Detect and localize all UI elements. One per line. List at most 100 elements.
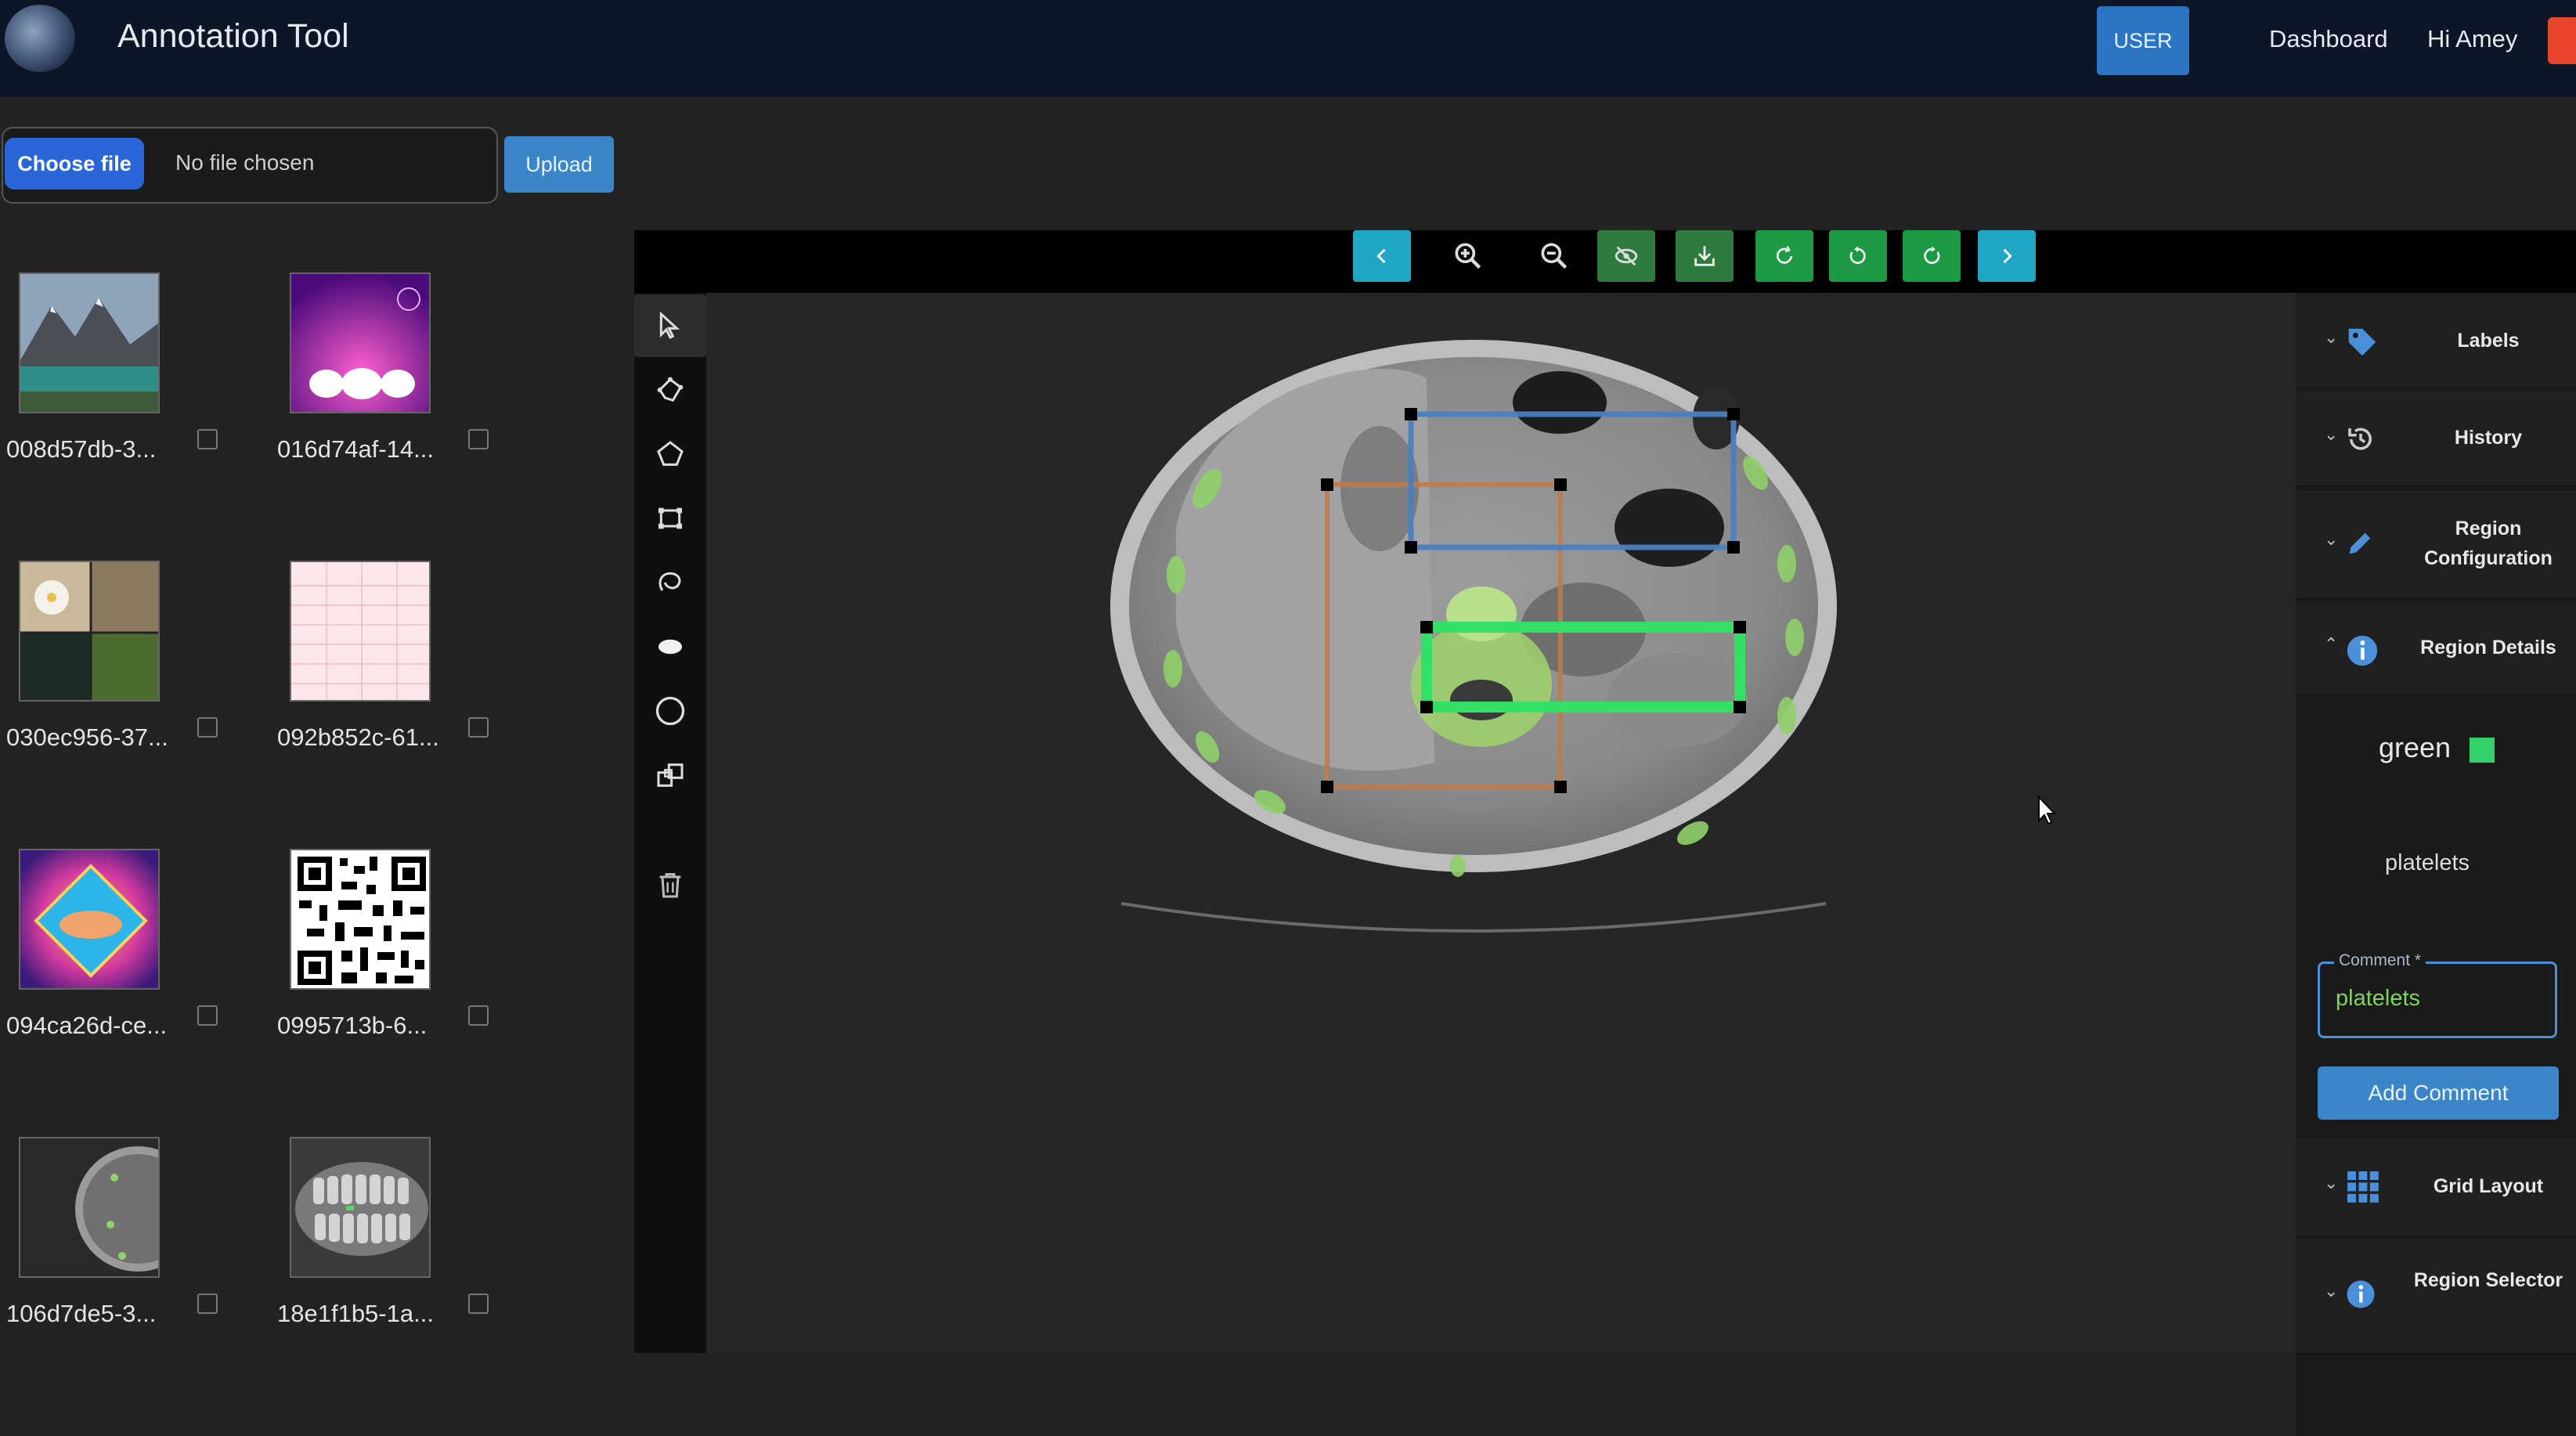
chevron-down-icon: ⌄	[2324, 327, 2339, 347]
region-color-swatch[interactable]	[2470, 738, 2495, 763]
polygon-pen-tool[interactable]	[634, 359, 706, 421]
thumbnail-checkbox[interactable]	[468, 429, 489, 449]
user-greeting[interactable]: Hi Amey	[2427, 25, 2517, 53]
multi-box-icon	[657, 763, 684, 787]
canvas-toolbar	[634, 230, 2576, 293]
pentagon-icon	[657, 441, 684, 466]
save-button[interactable]	[1676, 230, 1734, 282]
pencil-icon	[2349, 532, 2371, 554]
chevron-left-icon	[1376, 248, 1386, 264]
prev-image-button[interactable]	[1353, 230, 1411, 282]
info-icon	[2347, 1280, 2375, 1308]
chevron-down-icon: ⌄	[2324, 1173, 2339, 1192]
trash-icon	[659, 873, 681, 898]
add-comment-button[interactable]: Add Comment	[2318, 1066, 2559, 1120]
grid-layout-title: Grid Layout	[2433, 1175, 2544, 1197]
freehand-tool[interactable]	[634, 551, 706, 614]
labels-title: Labels	[2457, 330, 2520, 352]
region-selector-section[interactable]: ⌄ Region Selector	[2296, 1239, 2576, 1355]
file-input[interactable]: Choose file No file chosen	[2, 127, 498, 204]
history-title: History	[2454, 427, 2523, 449]
thumbnail-label: 030ec956-37...	[6, 723, 168, 751]
app-header: Annotation Tool USER Dashboard Hi Amey	[0, 0, 2576, 97]
lasso-icon	[658, 572, 681, 591]
circle-tool[interactable]	[634, 680, 706, 742]
thumbnail-checkbox[interactable]	[468, 1293, 489, 1314]
chevron-down-icon: ⌄	[2324, 424, 2339, 444]
thumbnail-checkbox[interactable]	[197, 429, 218, 449]
refresh-icon	[1776, 245, 1793, 264]
chevron-down-icon: ⌄	[2324, 1281, 2339, 1301]
thumbnail-image[interactable]	[290, 1137, 431, 1278]
reset-button[interactable]	[1755, 230, 1813, 282]
bounding-box-tool[interactable]	[634, 487, 706, 550]
region-selector-title: Region Selector	[2413, 1269, 2563, 1291]
comment-input[interactable]: platelets	[2336, 986, 2420, 1012]
region-class-label: platelets	[2385, 850, 2470, 875]
thumbnail-checkbox[interactable]	[197, 1293, 218, 1314]
thumbnail-checkbox[interactable]	[468, 717, 489, 738]
circle-icon	[655, 696, 685, 726]
ellipse-tool[interactable]	[634, 615, 706, 678]
rotate-right-icon	[1924, 246, 1940, 265]
polygon-pen-icon	[657, 377, 684, 402]
comment-legend: Comment *	[2334, 951, 2426, 970]
polygon-tool[interactable]	[634, 423, 706, 485]
logout-button[interactable]	[2548, 17, 2576, 64]
toggle-visibility-button[interactable]	[1597, 230, 1655, 282]
thumbnail-image[interactable]	[19, 1137, 160, 1278]
zoom-out-button[interactable]	[1525, 230, 1583, 282]
tag-icon	[2348, 328, 2376, 356]
info-icon	[2347, 635, 2378, 666]
thumbnail-checkbox[interactable]	[197, 1005, 218, 1026]
rotate-left-icon	[1849, 246, 1866, 265]
user-role-button[interactable]: USER	[2097, 6, 2189, 75]
region-configuration-section[interactable]: ⌄ Region Configuration	[2296, 490, 2576, 600]
thumbnail-image[interactable]	[290, 849, 431, 990]
dashboard-link[interactable]: Dashboard	[2269, 25, 2388, 53]
thumbnail-image[interactable]	[19, 272, 160, 413]
thumbnail-checkbox[interactable]	[468, 1005, 489, 1026]
thumbnail-label: 18e1f1b5-1a...	[277, 1300, 434, 1327]
multi-box-tool[interactable]	[634, 744, 706, 806]
chevron-right-icon	[2003, 248, 2012, 264]
drawing-tools	[634, 293, 706, 1353]
chevron-up-icon: ⌃	[2324, 634, 2339, 654]
region-details-header[interactable]: ⌃ Region Details	[2296, 603, 2576, 694]
right-sidebar: ⌄ Labels ⌄ History ⌄ Region Configuratio…	[2296, 293, 2576, 1436]
chevron-down-icon: ⌄	[2324, 529, 2339, 549]
ct-scan-image[interactable]	[706, 293, 2296, 1353]
eye-off-icon	[1615, 246, 1638, 266]
bounding-box-icon	[658, 507, 682, 529]
thumbnail-label: 016d74af-14...	[277, 435, 434, 463]
app-title: Annotation Tool	[117, 17, 349, 55]
delete-tool[interactable]	[634, 853, 706, 916]
thumbnail-image[interactable]	[19, 849, 160, 990]
upload-button[interactable]: Upload	[504, 136, 614, 193]
choose-file-button[interactable]: Choose file	[5, 138, 144, 189]
mouse-cursor-icon	[2038, 795, 2057, 825]
annotation-canvas[interactable]	[706, 293, 2296, 1353]
labels-section[interactable]: ⌄ Labels	[2296, 296, 2576, 388]
download-icon	[1694, 246, 1715, 266]
select-tool[interactable]	[634, 294, 706, 357]
thumbnail-image[interactable]	[290, 561, 431, 702]
comment-field[interactable]: Comment * platelets	[2318, 951, 2557, 1038]
app-logo[interactable]	[5, 5, 75, 72]
rotate-left-button[interactable]	[1829, 230, 1887, 282]
history-section[interactable]: ⌄ History	[2296, 391, 2576, 487]
history-icon	[2348, 428, 2372, 450]
rotate-right-button[interactable]	[1903, 230, 1961, 282]
thumbnail-checkbox[interactable]	[197, 717, 218, 738]
thumbnail-image[interactable]	[19, 561, 160, 702]
thumbnail-label: 094ca26d-ce...	[6, 1012, 168, 1039]
zoom-in-icon	[1455, 243, 1481, 269]
next-image-button[interactable]	[1978, 230, 2036, 282]
thumbnail-label: 008d57db-3...	[6, 435, 157, 463]
thumbnail-image[interactable]	[290, 272, 431, 413]
grid-icon	[2347, 1171, 2379, 1203]
zoom-in-button[interactable]	[1439, 230, 1497, 282]
grid-layout-section[interactable]: ⌄ Grid Layout	[2296, 1138, 2576, 1237]
file-status-text: No file chosen	[175, 150, 315, 175]
thumbnail-label: 0995713b-6...	[277, 1012, 428, 1039]
